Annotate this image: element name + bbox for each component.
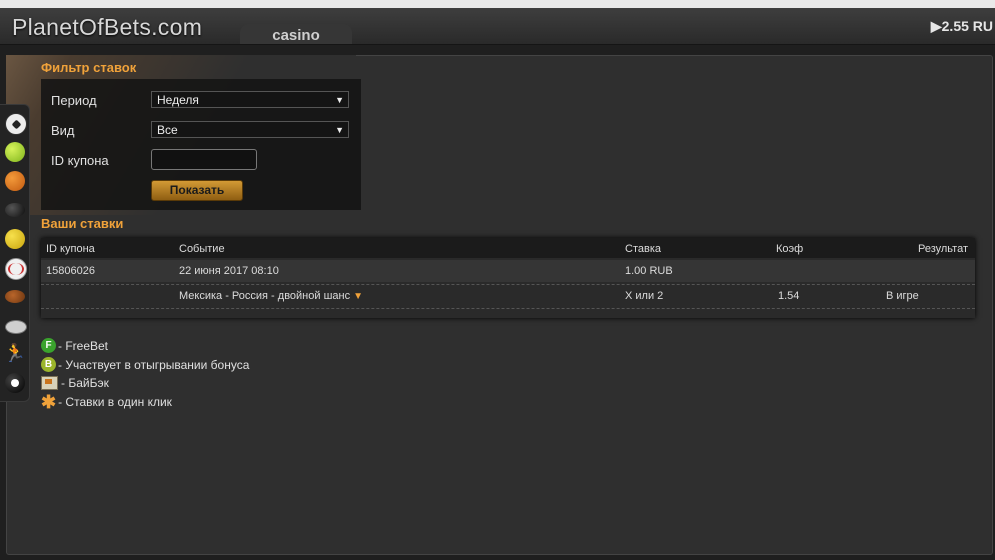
chevron-down-icon: ▼ (335, 95, 344, 105)
event-cell: 22 июня 2017 08:10 (179, 265, 279, 277)
sports-sidebar: 🏃 (0, 104, 30, 402)
football-icon[interactable] (5, 113, 27, 135)
buyback-icon (41, 376, 58, 390)
athletics-icon[interactable]: 🏃 (4, 343, 26, 363)
site-header: PlanetOfBets.com casino ▶2.55 RU (0, 8, 995, 45)
browser-top-strip (0, 0, 995, 8)
event-cell: Мексика - Россия - двойной шанс ▼ (179, 290, 363, 302)
period-select-value: Неделя (157, 93, 199, 107)
legend-bonus-text: - Участвует в отыгрывании бонуса (58, 357, 250, 372)
legend-buyback-text: - БайБэк (61, 376, 109, 390)
column-header-stake: Ставка (625, 243, 661, 255)
american-football-icon[interactable] (5, 290, 25, 303)
stake-cell: Х или 2 (625, 290, 664, 302)
type-select-value: Все (157, 123, 178, 137)
stake-cell: 1.00 RUB (625, 265, 673, 277)
basketball-icon[interactable] (5, 171, 25, 191)
bets-table: ID купона Событие Ставка Коэф Результат … (41, 238, 975, 318)
period-label: Период (51, 93, 97, 108)
table-header: ID купона Событие Ставка Коэф Результат (41, 238, 975, 258)
type-select[interactable]: Все ▼ (151, 121, 349, 138)
coef-cell: 1.54 (778, 290, 800, 302)
baseball-icon[interactable] (5, 258, 27, 280)
billiard-icon[interactable] (5, 373, 25, 393)
freebet-icon: F (41, 338, 56, 353)
one-click-icon: ✱ (41, 392, 57, 412)
chevron-down-icon: ▼ (335, 125, 344, 135)
coupon-id-input[interactable] (151, 149, 257, 170)
type-label: Вид (51, 123, 75, 138)
column-header-coupon-id: ID купона (46, 243, 95, 255)
coupon-id-label: ID купона (51, 153, 109, 168)
period-select[interactable]: Неделя ▼ (151, 91, 349, 108)
show-button[interactable]: Показать (151, 180, 243, 201)
legend-oneclick-text: - Ставки в один клик (58, 395, 172, 409)
filter-title: Фильтр ставок (41, 60, 137, 75)
column-header-event: Событие (179, 243, 225, 255)
column-header-coef: Коэф (776, 243, 804, 255)
rugby-icon[interactable] (5, 320, 27, 334)
expand-arrow-icon[interactable]: ▼ (353, 291, 363, 302)
table-row[interactable]: Мексика - Россия - двойной шанс ▼ Х или 2… (41, 284, 975, 309)
event-name: Мексика - Россия - двойной шанс (179, 290, 351, 302)
legend-bonus: B - Участвует в отыгрывании бонуса (41, 357, 249, 372)
result-cell: В игре (886, 290, 919, 302)
site-logo[interactable]: PlanetOfBets.com (12, 14, 202, 41)
coupon-id-cell: 15806026 (46, 265, 95, 277)
account-balance[interactable]: ▶2.55 RU (931, 18, 993, 35)
bonus-icon: B (41, 357, 56, 372)
tab-casino[interactable]: casino (240, 24, 352, 44)
legend-freebet: F - FreeBet (41, 338, 108, 353)
legend-buyback: - БайБэк (41, 376, 109, 390)
bets-title: Ваши ставки (41, 216, 124, 231)
hockey-icon[interactable] (5, 203, 25, 217)
filter-box: Период Неделя ▼ Вид Все ▼ ID купона Пока… (41, 79, 361, 210)
legend-freebet-text: - FreeBet (58, 338, 109, 353)
legend-oneclick: ✱ - Ставки в один клик (41, 392, 172, 412)
badminton-icon[interactable] (5, 229, 25, 249)
table-row[interactable]: 15806026 22 июня 2017 08:10 1.00 RUB (41, 260, 975, 282)
tennis-icon[interactable] (5, 142, 25, 162)
column-header-result: Результат (917, 243, 968, 255)
